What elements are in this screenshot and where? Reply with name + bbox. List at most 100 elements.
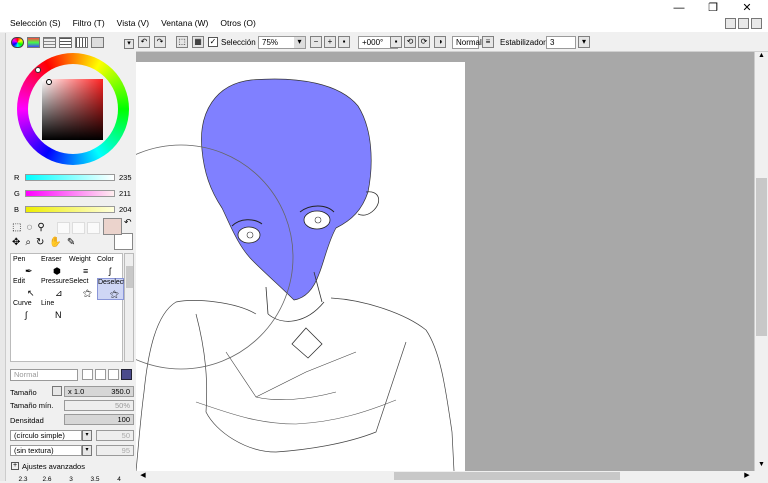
magic-wand-icon[interactable]: ⚲ <box>37 222 44 233</box>
menu-vista[interactable]: Vista (V) <box>111 18 155 28</box>
tool-grid-scrollbar[interactable] <box>124 253 134 362</box>
min-size-slider[interactable]: 50% <box>64 400 134 411</box>
lasso-select-icon[interactable]: ◌ <box>26 222 32 233</box>
edge-shape-hard-icon[interactable] <box>82 369 93 380</box>
menu-icon[interactable]: ≡ <box>482 36 494 48</box>
restore-button[interactable]: ❐ <box>696 2 730 14</box>
tool-select[interactable]: Select ⚝ <box>69 278 96 300</box>
brush-shape-select[interactable]: (círculo simple) <box>10 430 82 441</box>
tool-eraser[interactable]: Eraser ⬢ <box>41 256 68 278</box>
tool-pen[interactable]: Pen ✒ <box>13 256 40 278</box>
g-slider[interactable] <box>25 190 115 197</box>
tool-color[interactable]: Color ʃ <box>97 256 124 278</box>
blend-mode-field[interactable]: Normal <box>452 36 482 49</box>
deselect-icon[interactable]: ⬚ <box>176 36 188 48</box>
tool-weight[interactable]: Weight ≡ <box>69 256 96 278</box>
mixer-mode-icon[interactable] <box>59 37 72 48</box>
menu-otros[interactable]: Otros (O) <box>214 18 261 28</box>
close-button[interactable]: ✕ <box>730 2 764 14</box>
mdi-restore-button[interactable] <box>738 18 749 29</box>
texture-strength-slider[interactable]: 95 <box>96 445 134 456</box>
rotate-icon[interactable]: ↻ <box>36 237 44 248</box>
scroll-left-icon[interactable]: ◀ <box>138 471 148 481</box>
texture-dropdown-icon[interactable]: ▾ <box>82 445 92 456</box>
vertical-scrollbar[interactable]: ▲ ▼ <box>754 52 768 471</box>
eyedropper-icon[interactable]: ✎ <box>67 237 75 248</box>
sv-cursor[interactable] <box>46 79 52 85</box>
expand-icon[interactable]: + <box>11 462 19 470</box>
swap-colors-icon[interactable]: ↶ <box>124 217 132 228</box>
r-slider-row: R 235 <box>10 172 135 184</box>
tool-pen-label: Pen <box>13 256 26 263</box>
scroll-up-icon[interactable]: ▲ <box>756 52 767 62</box>
swatches-mode-icon[interactable] <box>75 37 88 48</box>
tool-line[interactable]: Line N <box>41 300 68 322</box>
edge-shape-flat-icon[interactable] <box>121 369 132 380</box>
background-color-swatch[interactable] <box>114 233 133 250</box>
tool-curve[interactable]: Curve ∫ <box>13 300 40 322</box>
mdi-close-button[interactable] <box>751 18 762 29</box>
zoom-icon[interactable]: ⌕ <box>25 237 31 248</box>
canvas-toolbar: ↶ ↷ ⬚ ▦ ✓ Selección 75% ▾ − + ▪ +000° ▪ … <box>136 33 768 52</box>
scroll-right-icon[interactable]: ▶ <box>742 471 752 481</box>
menu-seleccion[interactable]: Selección (S) <box>4 18 67 28</box>
flip-icon[interactable]: ◑ <box>434 36 446 48</box>
size-preset[interactable]: 2.6 <box>36 476 58 483</box>
scroll-down-icon[interactable]: ▼ <box>756 461 767 471</box>
stabilizer-field[interactable]: 3 <box>546 36 576 49</box>
foreground-color-swatch[interactable] <box>103 218 122 235</box>
rotate-right-icon[interactable]: ⟳ <box>418 36 430 48</box>
hsv-slider-mode-icon[interactable] <box>43 37 56 48</box>
hand-icon[interactable]: ✋ <box>49 237 61 248</box>
tool-pressure[interactable]: Pressure ⊿ <box>41 278 69 300</box>
advanced-settings-label[interactable]: Ajustes avanzados <box>22 462 85 471</box>
b-slider[interactable] <box>25 206 115 213</box>
menu-ventana[interactable]: Ventana (W) <box>155 18 214 28</box>
zoom-in-icon[interactable]: + <box>324 36 336 48</box>
rect-select-icon[interactable]: ⬚ <box>12 222 21 233</box>
redo-icon[interactable]: ↷ <box>154 36 166 48</box>
color-wheel-mode-icon[interactable] <box>11 37 24 48</box>
menu-filtro[interactable]: Filtro (T) <box>67 18 111 28</box>
horizontal-scroll-thumb[interactable] <box>394 472 620 480</box>
zoom-dropdown-icon[interactable]: ▾ <box>294 37 305 48</box>
shape-strength-value: 50 <box>121 431 130 440</box>
saturation-value-square[interactable] <box>42 79 103 140</box>
brush-mode-select[interactable]: Normal <box>10 369 78 381</box>
rgb-slider-mode-icon[interactable] <box>27 37 40 48</box>
edge-shape-soft-icon[interactable] <box>108 369 119 380</box>
mdi-minimize-button[interactable] <box>725 18 736 29</box>
undo-icon[interactable]: ↶ <box>138 36 150 48</box>
hue-cursor[interactable] <box>35 67 41 73</box>
minimize-button[interactable]: — <box>662 2 696 14</box>
tool-edit[interactable]: Edit ↖ <box>13 278 40 300</box>
selection-checkbox[interactable]: ✓ <box>208 37 218 47</box>
brush-texture-select[interactable]: (sin textura) <box>10 445 82 456</box>
tool-grid-scroll-thumb[interactable] <box>126 266 133 288</box>
tool-deselect[interactable]: Deselect ⚝ <box>97 278 125 300</box>
rotate-left-icon[interactable]: ⟲ <box>404 36 416 48</box>
shape-strength-slider[interactable]: 50 <box>96 430 134 441</box>
size-slider[interactable]: x 1.0 350.0 <box>64 386 134 397</box>
rotate-reset-icon[interactable]: ▪ <box>390 36 402 48</box>
edge-shape-medium-icon[interactable] <box>95 369 106 380</box>
invert-selection-icon[interactable]: ▦ <box>192 36 204 48</box>
size-preset[interactable]: 3 <box>60 476 82 483</box>
density-slider[interactable]: 100 <box>64 414 134 425</box>
r-slider[interactable] <box>25 174 115 181</box>
size-preset[interactable]: 3.5 <box>84 476 106 483</box>
shape-dropdown-icon[interactable]: ▾ <box>82 430 92 441</box>
size-mult-icon[interactable] <box>52 386 62 396</box>
zoom-reset-icon[interactable]: ▪ <box>338 36 350 48</box>
zoom-out-icon[interactable]: − <box>310 36 322 48</box>
vertical-scroll-thumb[interactable] <box>756 178 767 336</box>
size-preset[interactable]: 4 <box>108 476 130 483</box>
panel-menu-icon[interactable]: ▾ <box>124 39 134 49</box>
canvas-viewport[interactable] <box>136 52 754 471</box>
size-preset[interactable]: 2.3 <box>12 476 34 483</box>
scratchpad-mode-icon[interactable] <box>91 37 104 48</box>
horizontal-scrollbar[interactable]: ◀ ▶ <box>136 471 768 481</box>
hue-ring[interactable] <box>17 53 129 165</box>
stabilizer-dropdown-icon[interactable]: ▾ <box>578 36 590 48</box>
move-icon[interactable]: ✥ <box>12 237 20 248</box>
